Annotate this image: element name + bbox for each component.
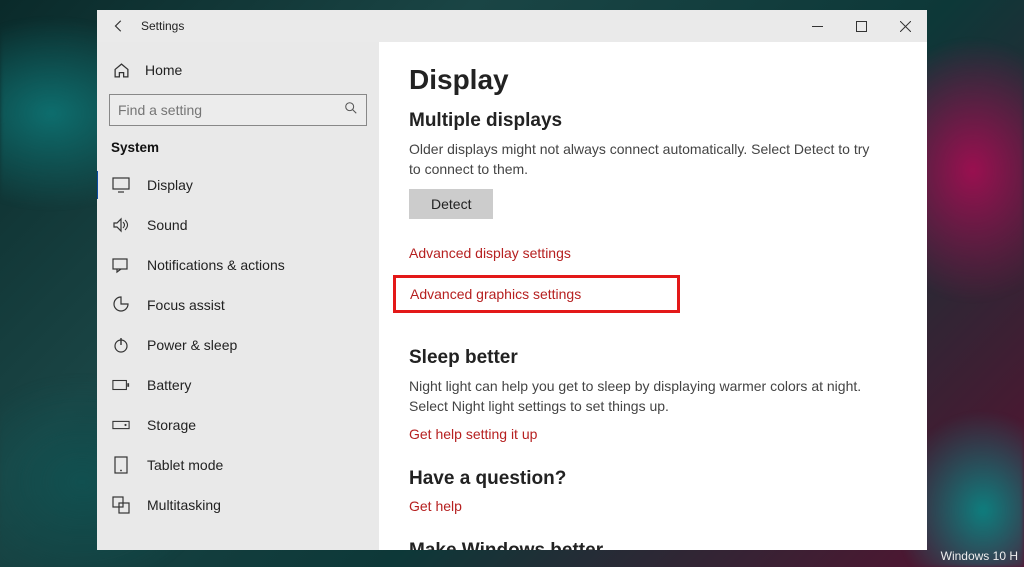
section-make-windows-better: Make Windows better bbox=[409, 540, 897, 550]
link-get-help[interactable]: Get help bbox=[409, 498, 897, 514]
sidebar-item-focus-assist[interactable]: Focus assist bbox=[97, 285, 379, 325]
maximize-button[interactable] bbox=[839, 10, 883, 42]
sidebar-item-label: Tablet mode bbox=[147, 457, 223, 473]
back-button[interactable] bbox=[97, 10, 141, 42]
window-title: Settings bbox=[141, 19, 184, 33]
home-label: Home bbox=[145, 62, 182, 78]
tablet-icon bbox=[111, 456, 131, 474]
sidebar-item-display[interactable]: Display bbox=[97, 165, 379, 205]
content-pane: Display Multiple displays Older displays… bbox=[379, 42, 927, 550]
highlight-box: Advanced graphics settings bbox=[393, 275, 680, 313]
link-get-help-setting-up[interactable]: Get help setting it up bbox=[409, 426, 897, 442]
sidebar: Home System Display Sound Notifications … bbox=[97, 42, 379, 550]
focus-assist-icon bbox=[111, 296, 131, 314]
detect-button[interactable]: Detect bbox=[409, 189, 493, 219]
sidebar-item-power-sleep[interactable]: Power & sleep bbox=[97, 325, 379, 365]
sidebar-item-sound[interactable]: Sound bbox=[97, 205, 379, 245]
sidebar-item-label: Notifications & actions bbox=[147, 257, 285, 273]
search-input-wrap[interactable] bbox=[109, 94, 367, 126]
titlebar: Settings bbox=[97, 10, 927, 42]
sound-icon bbox=[111, 216, 131, 234]
link-advanced-graphics-settings[interactable]: Advanced graphics settings bbox=[410, 286, 581, 302]
multitasking-icon bbox=[111, 496, 131, 514]
sidebar-item-battery[interactable]: Battery bbox=[97, 365, 379, 405]
sidebar-item-label: Power & sleep bbox=[147, 337, 237, 353]
close-button[interactable] bbox=[883, 10, 927, 42]
link-advanced-display-settings[interactable]: Advanced display settings bbox=[409, 245, 897, 261]
sidebar-item-label: Focus assist bbox=[147, 297, 225, 313]
settings-window: Settings Home System bbox=[97, 10, 927, 550]
notifications-icon bbox=[111, 256, 131, 274]
sidebar-item-label: Battery bbox=[147, 377, 191, 393]
minimize-button[interactable] bbox=[795, 10, 839, 42]
search-icon bbox=[344, 101, 358, 120]
monitor-icon bbox=[111, 176, 131, 194]
sidebar-item-storage[interactable]: Storage bbox=[97, 405, 379, 445]
sleep-better-desc: Night light can help you get to sleep by… bbox=[409, 377, 897, 416]
section-sleep-better: Sleep better bbox=[409, 347, 897, 369]
multiple-displays-desc: Older displays might not always connect … bbox=[409, 140, 879, 179]
section-multiple-displays: Multiple displays bbox=[409, 110, 897, 132]
power-icon bbox=[111, 336, 131, 354]
sidebar-item-notifications[interactable]: Notifications & actions bbox=[97, 245, 379, 285]
battery-icon bbox=[111, 376, 131, 394]
sidebar-item-label: Multitasking bbox=[147, 497, 221, 513]
home-icon bbox=[111, 62, 131, 79]
sidebar-item-multitasking[interactable]: Multitasking bbox=[97, 485, 379, 525]
storage-icon bbox=[111, 416, 131, 434]
sidebar-item-label: Display bbox=[147, 177, 193, 193]
section-have-a-question: Have a question? bbox=[409, 468, 897, 490]
sidebar-item-tablet-mode[interactable]: Tablet mode bbox=[97, 445, 379, 485]
home-nav[interactable]: Home bbox=[97, 50, 379, 90]
sidebar-item-label: Storage bbox=[147, 417, 196, 433]
sidebar-item-label: Sound bbox=[147, 217, 187, 233]
search-input[interactable] bbox=[118, 102, 344, 118]
watermark: Windows 10 H bbox=[941, 549, 1018, 563]
sidebar-category: System bbox=[97, 134, 379, 165]
page-title: Display bbox=[409, 64, 897, 96]
